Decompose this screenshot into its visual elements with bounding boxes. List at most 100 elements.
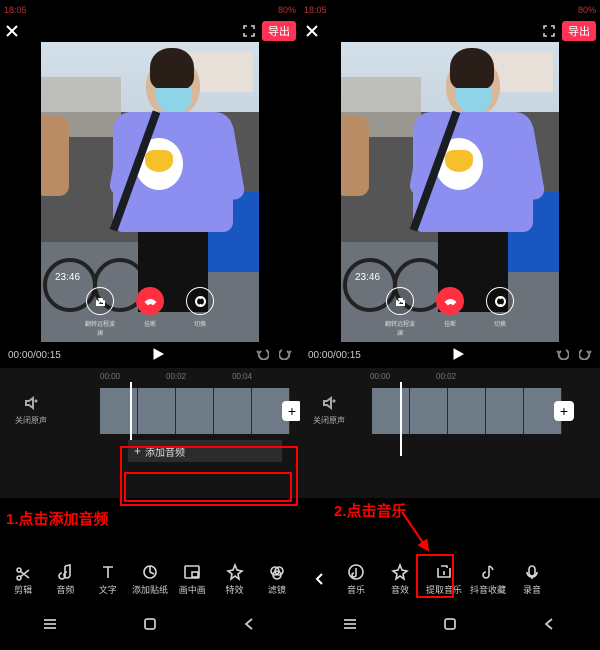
camera-switch-icon xyxy=(494,295,507,308)
expand-icon[interactable] xyxy=(542,24,556,38)
call-end-button[interactable] xyxy=(436,287,464,315)
editor-panel-left: 18:05 80% 导出 23:46 xyxy=(0,0,300,368)
nav-recents[interactable] xyxy=(342,616,358,637)
back-icon xyxy=(242,616,258,632)
close-icon xyxy=(6,25,18,37)
tool-audio[interactable]: 音频 xyxy=(45,563,85,596)
tool-cut[interactable]: 剪辑 xyxy=(3,563,43,596)
expand-icon[interactable] xyxy=(242,24,256,38)
video-clip[interactable]: + xyxy=(100,388,290,434)
export-button[interactable]: 导出 xyxy=(262,21,296,41)
device-navbar xyxy=(0,612,300,640)
call-overlay: 23:46 翻转远程波澜 挂断 切换 xyxy=(341,272,559,342)
annotation-step1: 1.点击添加音频 xyxy=(6,508,109,529)
call-end-button[interactable] xyxy=(136,287,164,315)
call-share-button[interactable] xyxy=(386,287,414,315)
phone-down-icon xyxy=(444,295,457,308)
effect-icon xyxy=(226,563,244,581)
timeline-ruler: 00:0000:02 xyxy=(300,368,600,383)
nav-back[interactable] xyxy=(242,616,258,637)
audio-tool-music[interactable]: 音乐 xyxy=(336,563,376,596)
call-share-button[interactable] xyxy=(86,287,114,315)
pip-icon xyxy=(183,563,201,581)
tool-pip[interactable]: 画中画 xyxy=(172,563,212,596)
editor-panel-right: 18:05 80% 导出 23:46 xyxy=(300,0,600,368)
audio-tool-soundfx[interactable]: 音效 xyxy=(380,563,420,596)
nav-recents[interactable] xyxy=(42,616,58,637)
chevron-left-icon xyxy=(315,572,325,586)
editor-header: 导出 xyxy=(0,20,300,42)
undo-button[interactable] xyxy=(556,347,569,363)
share-icon xyxy=(94,295,107,308)
call-overlay: 23:46 翻转远程波澜 挂断 切换 xyxy=(41,272,259,342)
share-icon xyxy=(394,295,407,308)
timeline-ruler: 00:0000:0200:04 xyxy=(0,368,300,383)
main-toolbar: 剪辑音频文字添加贴纸画中画特效滤镜 xyxy=(0,554,300,604)
tool-filter[interactable]: 滤镜 xyxy=(257,563,297,596)
nav-home[interactable] xyxy=(142,616,158,637)
speaker-mute-icon xyxy=(322,396,336,410)
annotation-step2: 2.点击音乐 xyxy=(334,500,407,521)
close-button[interactable] xyxy=(4,23,20,39)
audio-toolbar: 音乐音效提取音乐抖音收藏录音 xyxy=(300,554,600,604)
audio-tool-record[interactable]: 录音 xyxy=(512,563,552,596)
mute-original-button[interactable]: 关闭原声 xyxy=(304,396,354,428)
status-bar: 18:05 80% xyxy=(0,0,300,20)
speaker-mute-icon xyxy=(24,396,38,410)
close-button[interactable] xyxy=(304,23,320,39)
call-switch-button[interactable] xyxy=(486,287,514,315)
audio-icon xyxy=(56,563,74,581)
filter-icon xyxy=(268,563,286,581)
call-switch-button[interactable] xyxy=(186,287,214,315)
tool-effect[interactable]: 特效 xyxy=(215,563,255,596)
cut-icon xyxy=(14,563,32,581)
mute-original-button[interactable]: 关闭原声 xyxy=(6,396,56,428)
call-timer: 23:46 xyxy=(355,272,380,283)
toolbar-back-button[interactable] xyxy=(308,559,332,599)
editor-header: 导出 xyxy=(300,20,600,42)
player-controls: 00:00/00:15 xyxy=(300,342,600,368)
time-display: 00:00/00:15 xyxy=(8,350,61,361)
player-controls: 00:00/00:15 xyxy=(0,342,300,368)
annotation-arrow xyxy=(398,508,438,563)
timeline[interactable]: 00:0000:02 关闭原声 + xyxy=(300,368,600,498)
call-timer: 23:46 xyxy=(55,272,80,283)
soundfx-icon xyxy=(391,563,409,581)
audio-tool-douyin[interactable]: 抖音收藏 xyxy=(468,563,508,596)
undo-button[interactable] xyxy=(256,347,269,363)
add-audio-track-button[interactable]: 添加音频 xyxy=(128,440,282,462)
home-icon xyxy=(142,616,158,632)
audio-tool-extract[interactable]: 提取音乐 xyxy=(424,563,464,596)
extract-icon xyxy=(435,563,453,581)
text-icon xyxy=(99,563,117,581)
douyin-icon xyxy=(479,563,497,581)
add-audio-label: 添加音频 xyxy=(145,444,185,459)
tool-text[interactable]: 文字 xyxy=(88,563,128,596)
timeline[interactable]: 00:0000:0200:04 关闭原声 + 添加音频 xyxy=(0,368,300,498)
redo-button[interactable] xyxy=(279,347,292,363)
device-navbar xyxy=(300,612,600,640)
close-icon xyxy=(306,25,318,37)
nav-back[interactable] xyxy=(542,616,558,637)
record-icon xyxy=(523,563,541,581)
recents-icon xyxy=(42,616,58,632)
play-button[interactable] xyxy=(151,347,165,364)
recents-icon xyxy=(342,616,358,632)
video-preview[interactable]: 23:46 翻转远程波澜 挂断 切换 xyxy=(41,42,259,342)
add-clip-button[interactable]: + xyxy=(554,401,574,421)
tool-sticker[interactable]: 添加贴纸 xyxy=(130,563,170,596)
back-icon xyxy=(542,616,558,632)
sticker-icon xyxy=(141,563,159,581)
nav-home[interactable] xyxy=(442,616,458,637)
play-button[interactable] xyxy=(451,347,465,364)
playhead[interactable] xyxy=(400,382,402,456)
add-clip-button[interactable]: + xyxy=(282,401,302,421)
export-button[interactable]: 导出 xyxy=(562,21,596,41)
camera-switch-icon xyxy=(194,295,207,308)
status-bar: 18:05 80% xyxy=(300,0,600,20)
time-display: 00:00/00:15 xyxy=(308,350,361,361)
redo-button[interactable] xyxy=(579,347,592,363)
phone-down-icon xyxy=(144,295,157,308)
home-icon xyxy=(442,616,458,632)
video-preview[interactable]: 23:46 翻转远程波澜 挂断 切换 xyxy=(341,42,559,342)
